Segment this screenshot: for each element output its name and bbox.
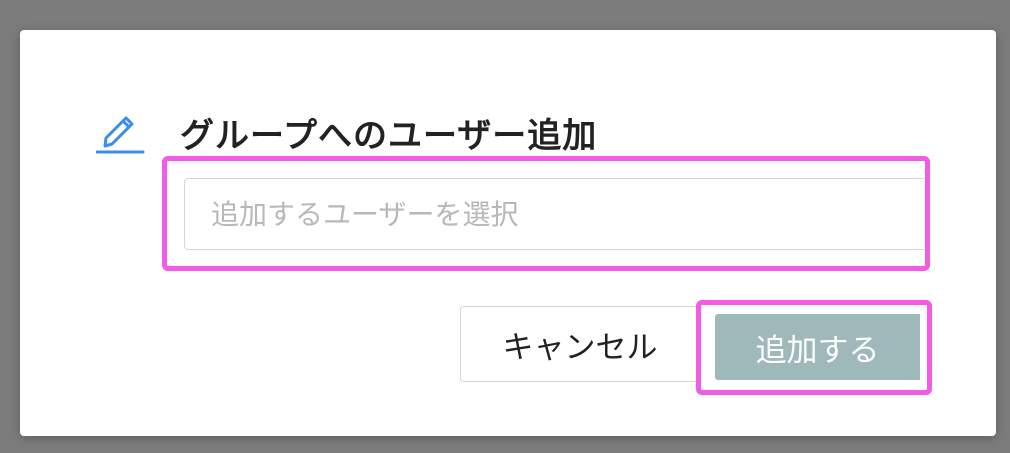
user-select-highlight: [162, 156, 930, 271]
cancel-button[interactable]: キャンセル: [460, 306, 700, 382]
dialog-title: グループへのユーザー追加: [180, 115, 598, 156]
pencil-icon: [96, 108, 148, 156]
add-user-to-group-dialog: グループへのユーザー追加 キャンセル 追加する: [20, 30, 996, 436]
dialog-header: グループへのユーザー追加: [96, 108, 597, 156]
add-button-highlight: [696, 300, 932, 395]
